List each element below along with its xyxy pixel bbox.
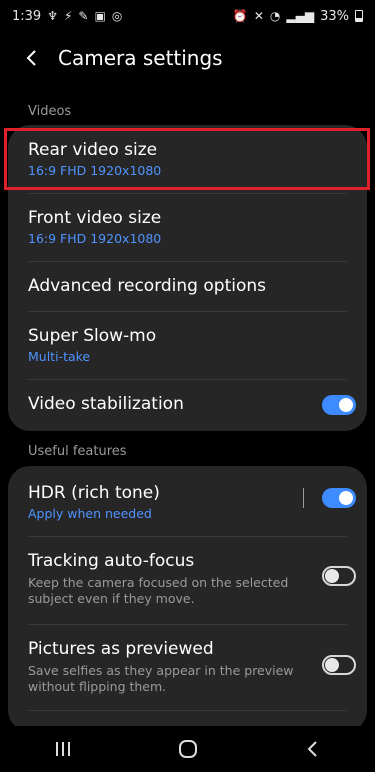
status-time: 1:39 bbox=[12, 8, 42, 24]
chevron-left-icon bbox=[26, 50, 36, 66]
wifi-icon: ◔ bbox=[269, 9, 281, 23]
video-stabilization-title: Video stabilization bbox=[28, 394, 184, 414]
divider bbox=[28, 536, 347, 537]
hdr-value: Apply when needed bbox=[28, 506, 152, 521]
rear-video-size-value: 16:9 FHD 1920x1080 bbox=[28, 163, 162, 178]
flash-icon: ⚡ bbox=[63, 9, 73, 23]
pictures-as-previewed-desc: Save selfies as they appear in the previ… bbox=[28, 663, 294, 694]
wrench-icon: ✎ bbox=[78, 9, 89, 23]
pictures-as-previewed-item[interactable]: Pictures as previewed Save selfies as th… bbox=[8, 638, 367, 695]
vertical-separator bbox=[303, 488, 304, 508]
divider bbox=[28, 261, 347, 262]
divider bbox=[28, 193, 347, 194]
rear-video-size-title: Rear video size bbox=[28, 140, 158, 160]
home-button[interactable] bbox=[158, 729, 218, 769]
nav-back-icon bbox=[307, 741, 317, 757]
useful-features-card: HDR (rich tone) Apply when needed Tracki… bbox=[8, 466, 367, 732]
page-title: Camera settings bbox=[58, 46, 223, 70]
signal-icon: ▂▄▆ bbox=[286, 9, 315, 23]
hdr-item[interactable]: HDR (rich tone) Apply when needed bbox=[8, 482, 367, 522]
app-header: Camera settings bbox=[0, 38, 375, 78]
advanced-recording-item[interactable]: Advanced recording options bbox=[8, 275, 367, 297]
tracking-autofocus-desc: Keep the camera focused on the selected … bbox=[28, 575, 289, 606]
alarm-icon: ⏰ bbox=[232, 9, 248, 23]
front-video-size-title: Front video size bbox=[28, 208, 162, 228]
super-slow-mo-value: Multi-take bbox=[28, 349, 91, 364]
front-video-size-value: 16:9 FHD 1920x1080 bbox=[28, 231, 162, 246]
super-slow-mo-item[interactable]: Super Slow-mo Multi-take bbox=[8, 325, 367, 365]
super-slow-mo-title: Super Slow-mo bbox=[28, 326, 157, 346]
navigation-bar bbox=[0, 726, 375, 772]
back-button[interactable] bbox=[18, 44, 46, 72]
status-bar: 1:39 ♆ ⚡ ✎ ▣ ◎ ⏰ ✕ ◔ ▂▄▆ 33% bbox=[0, 0, 375, 32]
divider bbox=[28, 710, 347, 711]
toggle-knob bbox=[339, 398, 353, 412]
advanced-recording-title: Advanced recording options bbox=[28, 276, 266, 296]
rear-video-size-item[interactable]: Rear video size 16:9 FHD 1920x1080 bbox=[8, 139, 367, 179]
tracking-autofocus-toggle[interactable] bbox=[322, 566, 356, 586]
divider bbox=[28, 379, 347, 380]
notification-icon: ♆ bbox=[47, 9, 58, 23]
recent-apps-button[interactable] bbox=[33, 729, 93, 769]
video-stabilization-toggle[interactable] bbox=[322, 395, 356, 415]
tracking-autofocus-title: Tracking auto-focus bbox=[28, 551, 195, 571]
section-title-useful: Useful features bbox=[28, 444, 127, 459]
nav-back-button[interactable] bbox=[283, 729, 343, 769]
mute-icon: ✕ bbox=[253, 9, 264, 23]
battery-percent: 33% bbox=[320, 8, 349, 24]
video-stabilization-item[interactable]: Video stabilization bbox=[8, 393, 367, 415]
pictures-as-previewed-toggle[interactable] bbox=[322, 655, 356, 675]
hdr-toggle[interactable] bbox=[322, 488, 356, 508]
front-video-size-item[interactable]: Front video size 16:9 FHD 1920x1080 bbox=[8, 207, 367, 247]
home-icon bbox=[178, 740, 197, 758]
sync-icon: ◎ bbox=[111, 9, 123, 23]
recent-apps-icon bbox=[55, 742, 70, 756]
toggle-knob bbox=[339, 491, 353, 505]
videos-card: Rear video size 16:9 FHD 1920x1080 Front… bbox=[8, 125, 367, 431]
toggle-knob bbox=[325, 569, 339, 583]
hdr-title: HDR (rich tone) bbox=[28, 483, 160, 503]
status-right: ⏰ ✕ ◔ ▂▄▆ 33% bbox=[233, 9, 363, 24]
battery-icon bbox=[355, 10, 363, 22]
divider bbox=[28, 311, 347, 312]
section-title-videos: Videos bbox=[28, 104, 72, 119]
status-left: 1:39 ♆ ⚡ ✎ ▣ ◎ bbox=[12, 9, 122, 24]
divider bbox=[28, 624, 347, 625]
tracking-autofocus-item[interactable]: Tracking auto-focus Keep the camera focu… bbox=[8, 550, 367, 607]
pictures-as-previewed-title: Pictures as previewed bbox=[28, 639, 214, 659]
toggle-knob bbox=[325, 658, 339, 672]
image-icon: ▣ bbox=[94, 9, 106, 23]
